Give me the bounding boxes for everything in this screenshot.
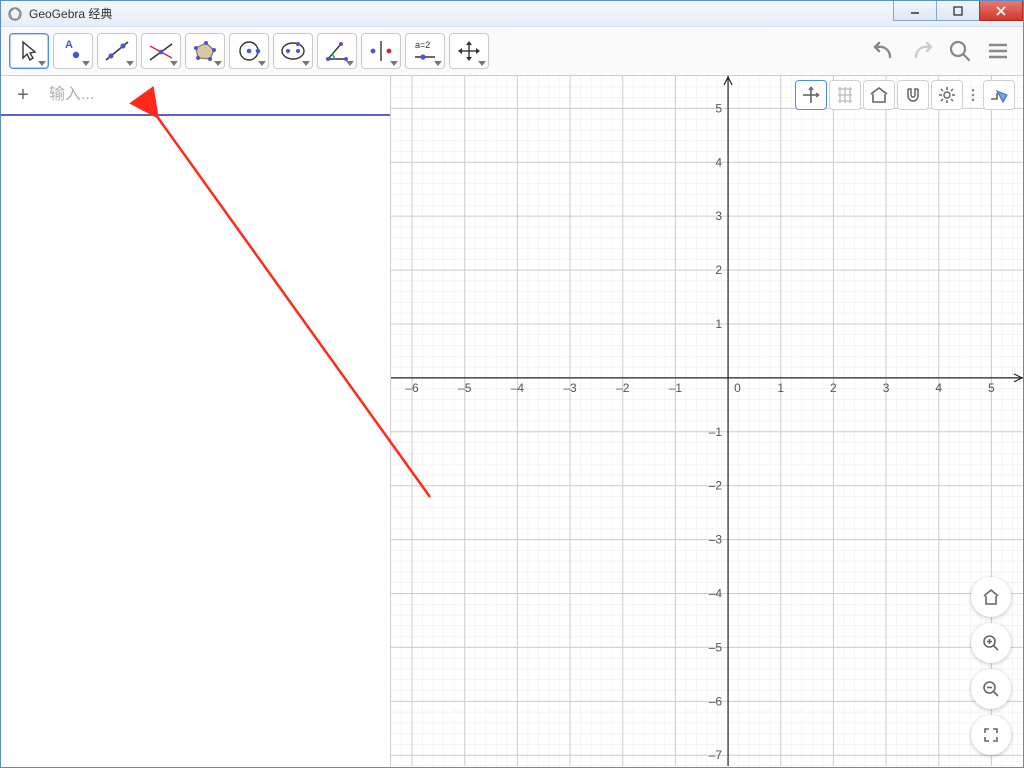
search-button[interactable] <box>943 35 977 67</box>
window-title: GeoGebra 经典 <box>29 5 112 22</box>
polygon-tool[interactable] <box>185 33 225 69</box>
svg-text:5: 5 <box>988 381 995 395</box>
grid-canvas: –6 –5 –4 –3 –2 –1 0 1 2 3 4 5 –7 –6 –5 –4 –3 –2 –1 1 2 3 4 5 <box>391 76 1023 766</box>
show-grid[interactable] <box>829 80 861 110</box>
undo-button[interactable] <box>867 35 901 67</box>
svg-text:–6: –6 <box>709 694 723 708</box>
algebra-input[interactable] <box>45 76 390 114</box>
algebra-panel: + <box>1 76 391 767</box>
svg-text:–7: –7 <box>709 748 723 762</box>
svg-text:2: 2 <box>830 381 837 395</box>
home-fab[interactable] <box>971 577 1011 617</box>
close-button[interactable] <box>979 1 1023 21</box>
zoom-in-fab[interactable] <box>971 623 1011 663</box>
move-tool[interactable] <box>9 33 49 69</box>
ellipse-tool[interactable] <box>273 33 313 69</box>
maximize-button[interactable] <box>936 1 980 21</box>
main-toolbar: Aa=2 <box>1 27 1023 76</box>
svg-text:4: 4 <box>935 381 942 395</box>
view-toolbar <box>795 80 1015 110</box>
move-view-tool[interactable] <box>449 33 489 69</box>
floating-controls <box>971 577 1011 755</box>
svg-text:3: 3 <box>715 209 722 223</box>
svg-text:–3: –3 <box>709 533 723 547</box>
svg-text:5: 5 <box>715 101 722 115</box>
svg-text:–6: –6 <box>405 381 419 395</box>
add-input-button[interactable]: + <box>1 84 45 107</box>
svg-text:4: 4 <box>715 155 722 169</box>
app-icon <box>7 6 23 22</box>
redo-button[interactable] <box>905 35 939 67</box>
graphics-view-menu[interactable] <box>983 80 1015 110</box>
svg-text:–4: –4 <box>511 381 525 395</box>
menu-button[interactable] <box>981 35 1015 67</box>
window-buttons <box>894 1 1023 21</box>
svg-text:3: 3 <box>883 381 890 395</box>
svg-text:0: 0 <box>734 381 741 395</box>
vdots[interactable] <box>965 80 981 110</box>
circle-tool[interactable] <box>229 33 269 69</box>
svg-text:a=2: a=2 <box>415 40 430 50</box>
svg-text:–5: –5 <box>458 381 472 395</box>
point-tool[interactable]: A <box>53 33 93 69</box>
reflect-tool[interactable] <box>361 33 401 69</box>
slider-tool[interactable]: a=2 <box>405 33 445 69</box>
svg-text:–4: –4 <box>709 587 723 601</box>
settings[interactable] <box>931 80 963 110</box>
svg-text:1: 1 <box>715 317 722 331</box>
svg-text:–5: –5 <box>709 640 723 654</box>
input-row: + <box>1 76 390 116</box>
show-axes[interactable] <box>795 80 827 110</box>
point-capture[interactable] <box>897 80 929 110</box>
perpendicular-tool[interactable] <box>141 33 181 69</box>
fullscreen-fab[interactable] <box>971 715 1011 755</box>
svg-text:–2: –2 <box>709 479 723 493</box>
svg-text:–1: –1 <box>709 425 723 439</box>
svg-text:–2: –2 <box>616 381 630 395</box>
app-window: GeoGebra 经典 Aa=2 + –6–5–4–3–2–1012345–7–… <box>0 0 1024 768</box>
content-area: + –6 –5 –4 –3 –2 –1 0 1 2 3 4 5 –7 –6 –5 –4 –3 –2 –1 1 2 3 4 5 <box>1 76 1023 767</box>
svg-text:1: 1 <box>777 381 784 395</box>
minimize-button[interactable] <box>893 1 937 21</box>
angle-tool[interactable] <box>317 33 357 69</box>
graphics-view[interactable]: –6 –5 –4 –3 –2 –1 0 1 2 3 4 5 –7 –6 –5 –4 –3 –2 –1 1 2 3 4 5 <box>391 76 1023 767</box>
line-tool[interactable] <box>97 33 137 69</box>
home-view[interactable] <box>863 80 895 110</box>
svg-text:A: A <box>65 39 73 51</box>
zoom-out-fab[interactable] <box>971 669 1011 709</box>
svg-text:–3: –3 <box>563 381 577 395</box>
titlebar: GeoGebra 经典 <box>1 1 1023 27</box>
svg-text:2: 2 <box>715 263 722 277</box>
svg-text:–1: –1 <box>669 381 683 395</box>
